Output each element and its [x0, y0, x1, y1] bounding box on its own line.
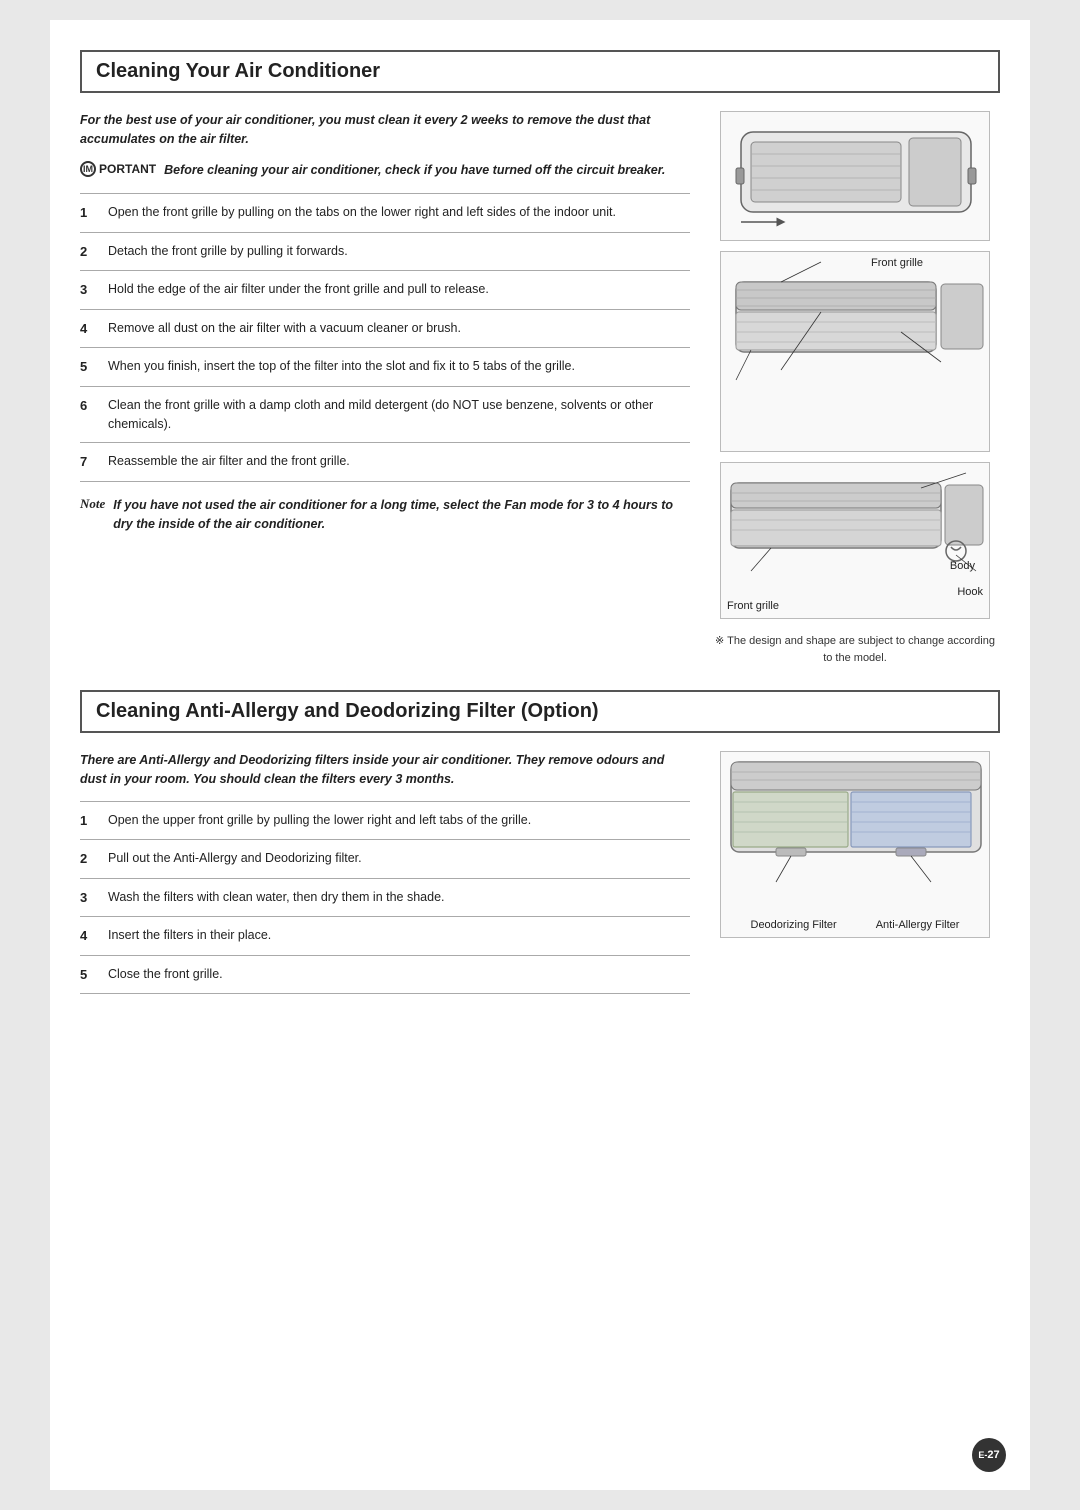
step-num: 3 [80, 888, 98, 908]
step-text: Remove all dust on the air filter with a… [108, 319, 690, 338]
note-tag: Note [80, 496, 105, 512]
step-text: Open the front grille by pulling on the … [108, 203, 690, 222]
note-text: If you have not used the air conditioner… [113, 496, 690, 534]
page: Cleaning Your Air Conditioner For the be… [50, 20, 1030, 1490]
step-num: 4 [80, 319, 98, 339]
section1-content: For the best use of your air conditioner… [80, 111, 1000, 670]
diagram2: Front grille Body groove Air filter Body [720, 251, 990, 452]
step-num: 4 [80, 926, 98, 946]
section2-left: There are Anti-Allergy and Deodorizing f… [80, 751, 690, 994]
section2-intro: There are Anti-Allergy and Deodorizing f… [80, 751, 690, 789]
step-num: 6 [80, 396, 98, 416]
step-text: Detach the front grille by pulling it fo… [108, 242, 690, 261]
m-circle-icon: IM [80, 161, 96, 177]
section1-title: Cleaning Your Air Conditioner [96, 60, 380, 82]
label-front-grille-d3: Front grille [727, 596, 983, 612]
step-num: 2 [80, 242, 98, 262]
step-1: 1 Open the front grille by pulling on th… [80, 194, 690, 233]
important-tag: IM PORTANT [80, 161, 156, 177]
page-num-val: 27 [987, 1449, 999, 1461]
step-text: Wash the filters with clean water, then … [108, 888, 690, 907]
step-num: 1 [80, 811, 98, 831]
filter-labels: Deodorizing Filter Anti-Allergy Filter [721, 915, 989, 937]
s2-step-3: 3 Wash the filters with clean water, the… [80, 879, 690, 918]
section1-right: Front grille Body groove Air filter Body [710, 111, 1000, 670]
s2-step-1: 1 Open the upper front grille by pulling… [80, 802, 690, 841]
step-3: 3 Hold the edge of the air filter under … [80, 271, 690, 310]
step-num: 1 [80, 203, 98, 223]
step-num: 2 [80, 849, 98, 869]
s2-step-4: 4 Insert the filters in their place. [80, 917, 690, 956]
step-text: Close the front grille. [108, 965, 690, 984]
diagram1 [720, 111, 990, 241]
step-text: Clean the front grille with a damp cloth… [108, 396, 690, 434]
step-4: 4 Remove all dust on the air filter with… [80, 310, 690, 349]
diagram2-labels: Front grille Body groove Air filter Body [721, 405, 989, 413]
step-text: Reassemble the air filter and the front … [108, 452, 690, 471]
section2-title-box: Cleaning Anti-Allergy and Deodorizing Fi… [80, 690, 1000, 733]
filter-diagram-svg [721, 752, 991, 912]
step-text: Open the upper front grille by pulling t… [108, 811, 690, 830]
step-num: 5 [80, 357, 98, 377]
step-2: 2 Detach the front grille by pulling it … [80, 233, 690, 272]
page-num-e: E- [978, 1450, 987, 1460]
section2-right: Deodorizing Filter Anti-Allergy Filter [710, 751, 1000, 994]
filter-diagram: Deodorizing Filter Anti-Allergy Filter [720, 751, 990, 938]
step-7: 7 Reassemble the air filter and the fron… [80, 443, 690, 482]
diagram2-svg [721, 252, 991, 402]
deodorizing-filter-label: Deodorizing Filter [751, 919, 837, 931]
diagram1-svg [721, 112, 991, 242]
design-note: ※ The design and shape are subject to ch… [710, 629, 1000, 670]
step-num: 3 [80, 280, 98, 300]
label-body-d3: Body [950, 560, 975, 572]
step-text: Pull out the Anti-Allergy and Deodorizin… [108, 849, 690, 868]
section1-intro: For the best use of your air conditioner… [80, 111, 690, 149]
anti-allergy-filter-label: Anti-Allergy Filter [876, 919, 960, 931]
section2-steps-list: 1 Open the upper front grille by pulling… [80, 801, 690, 995]
label-hook: Hook [957, 586, 983, 598]
diagram3-svg [721, 463, 991, 593]
section1-left: For the best use of your air conditioner… [80, 111, 690, 670]
step-5: 5 When you finish, insert the top of the… [80, 348, 690, 387]
step-6: 6 Clean the front grille with a damp clo… [80, 387, 690, 444]
s2-step-5: 5 Close the front grille. [80, 956, 690, 995]
step-num: 5 [80, 965, 98, 985]
diagram3-labels: Body Hook Front grille [721, 596, 989, 618]
s2-step-2: 2 Pull out the Anti-Allergy and Deodoriz… [80, 840, 690, 879]
page-number: E-27 [972, 1438, 1006, 1472]
steps-list: 1 Open the front grille by pulling on th… [80, 193, 690, 482]
diagram3: Body Hook Front grille [720, 462, 990, 619]
section2-title: Cleaning Anti-Allergy and Deodorizing Fi… [96, 700, 599, 722]
section2-content: There are Anti-Allergy and Deodorizing f… [80, 751, 1000, 994]
step-text: When you finish, insert the top of the f… [108, 357, 690, 376]
label-front-grille: Front grille [871, 257, 923, 269]
step-num: 7 [80, 452, 98, 472]
step-text: Hold the edge of the air filter under th… [108, 280, 690, 299]
important-block: IM PORTANT Before cleaning your air cond… [80, 161, 690, 180]
section1-title-box: Cleaning Your Air Conditioner [80, 50, 1000, 93]
step-text: Insert the filters in their place. [108, 926, 690, 945]
note-block: Note If you have not used the air condit… [80, 488, 690, 542]
important-text: Before cleaning your air conditioner, ch… [164, 161, 665, 180]
